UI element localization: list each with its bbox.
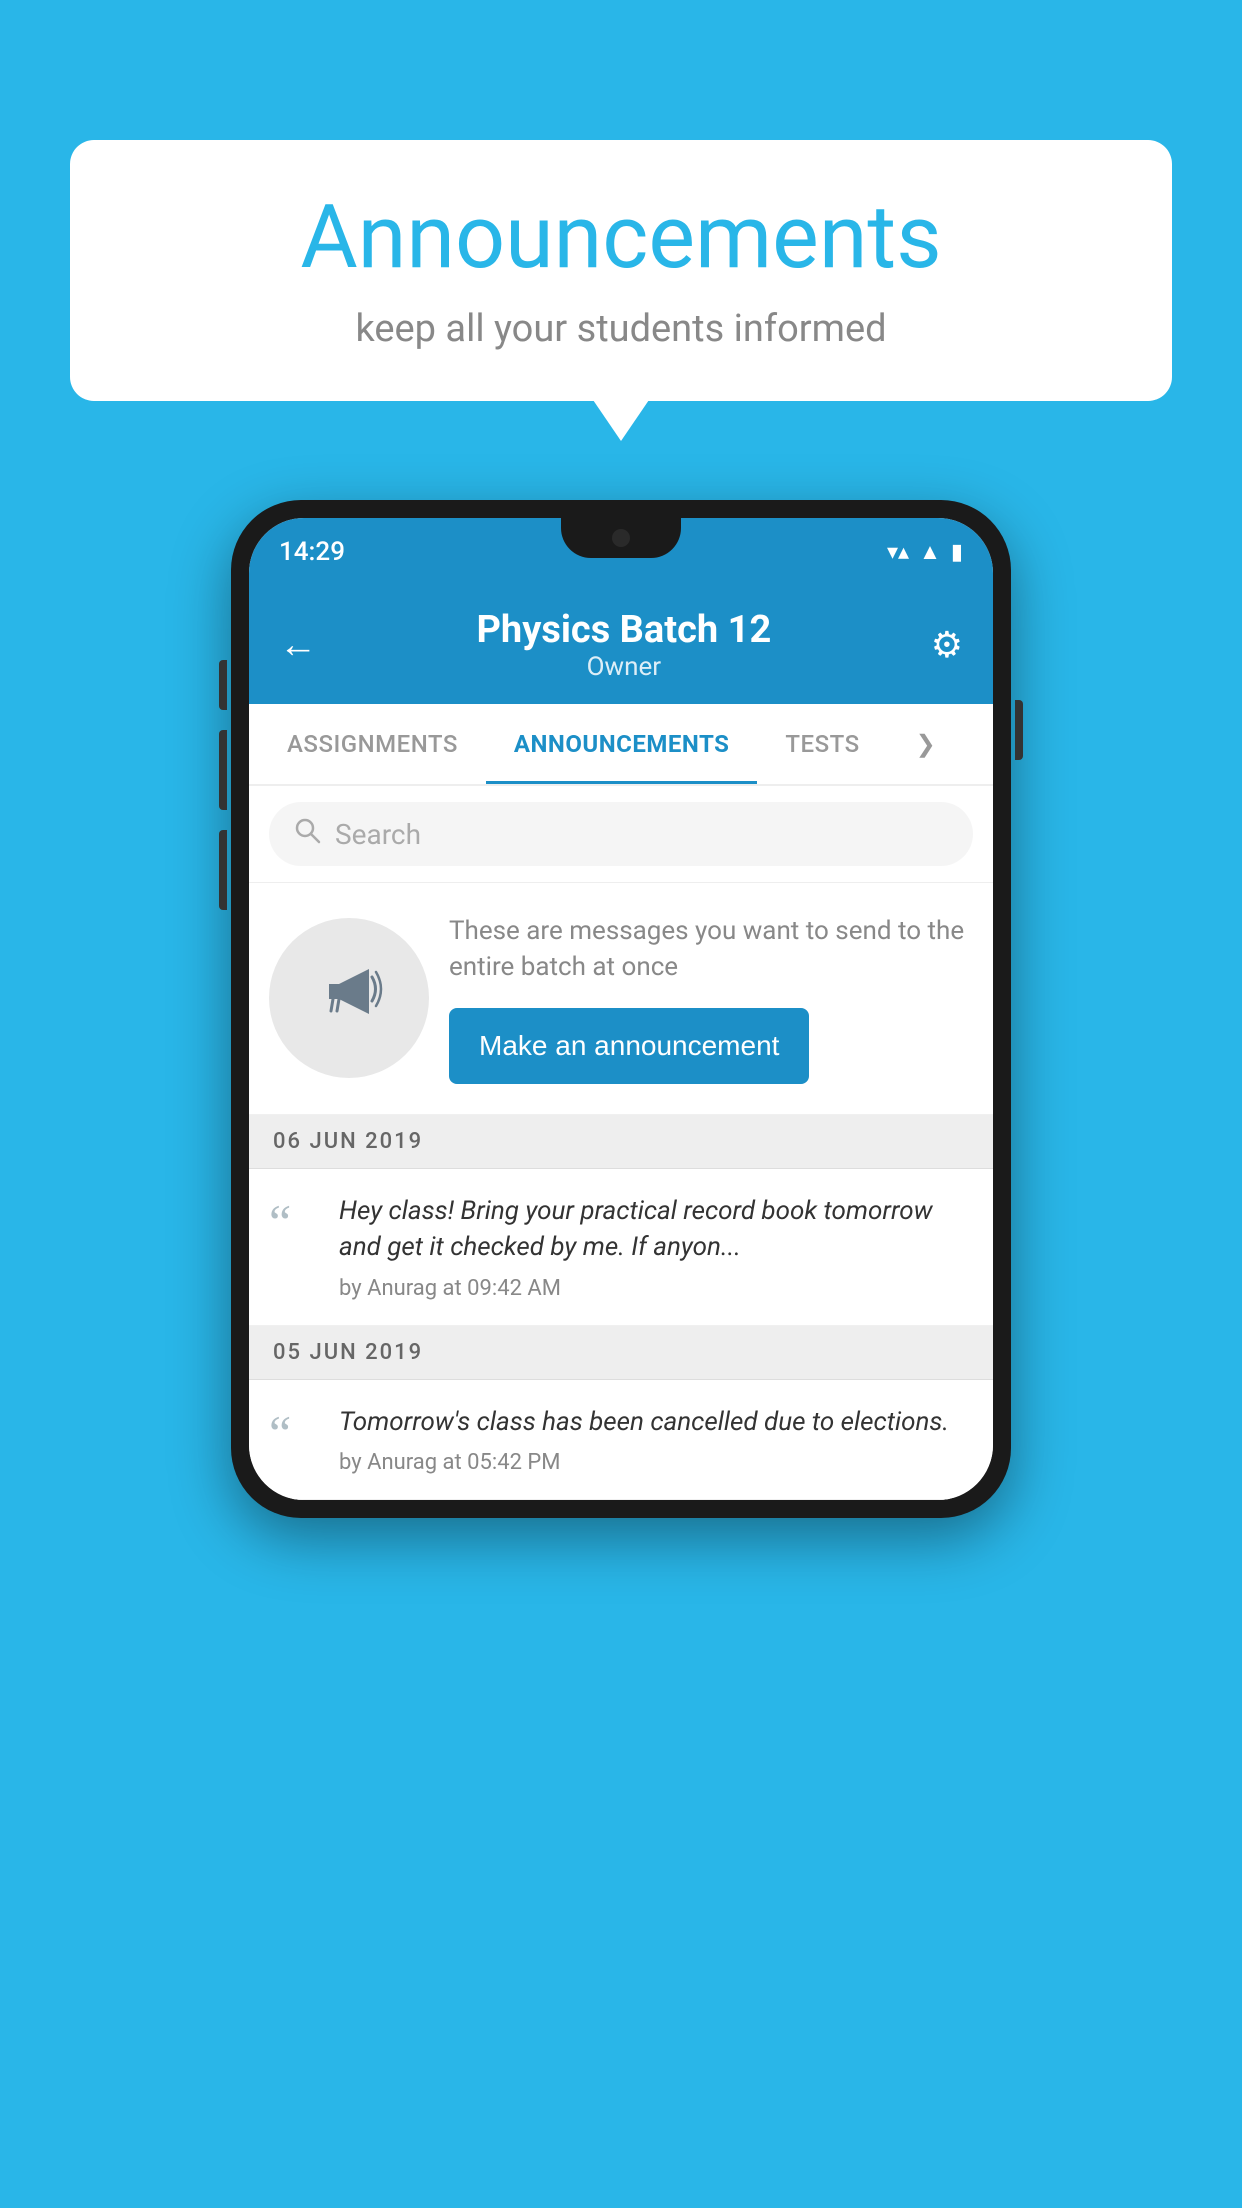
search-placeholder-text: Search — [335, 818, 421, 851]
bubble-subtitle: keep all your students informed — [130, 307, 1112, 351]
date-separator-2: 05 JUN 2019 — [249, 1326, 993, 1380]
status-icons: ▾▴ ▲ ▮ — [887, 539, 963, 565]
announcement-item-2[interactable]: “ Tomorrow's class has been cancelled du… — [249, 1380, 993, 1500]
phone-mockup: 14:29 ▾▴ ▲ ▮ ← Physics Batch 12 Owner ⚙ — [231, 500, 1011, 1518]
status-time: 14:29 — [279, 537, 345, 567]
announcement-text-2: Tomorrow's class has been cancelled due … — [339, 1404, 973, 1440]
camera-dot — [612, 529, 630, 547]
announcement-item-1[interactable]: “ Hey class! Bring your practical record… — [249, 1169, 993, 1326]
power-button — [1015, 700, 1023, 760]
quote-icon-1: “ — [269, 1197, 319, 1247]
back-button[interactable]: ← — [279, 623, 317, 667]
bubble-title: Announcements — [130, 190, 1112, 287]
volume-down-button — [219, 830, 227, 910]
quote-icon-2: “ — [269, 1408, 319, 1458]
signal-icon: ▲ — [919, 539, 941, 565]
speech-bubble-section: Announcements keep all your students inf… — [70, 140, 1172, 401]
tab-more[interactable]: ❯ — [888, 704, 965, 784]
search-bar[interactable]: Search — [269, 802, 973, 866]
speech-bubble-card: Announcements keep all your students inf… — [70, 140, 1172, 401]
settings-icon[interactable]: ⚙ — [931, 624, 963, 666]
megaphone-icon — [309, 949, 389, 1047]
volume-up-button — [219, 730, 227, 810]
batch-title: Physics Batch 12 — [317, 608, 931, 652]
promo-description: These are messages you want to send to t… — [449, 913, 973, 986]
phone-screen: 14:29 ▾▴ ▲ ▮ ← Physics Batch 12 Owner ⚙ — [249, 518, 993, 1500]
announcement-meta-1: by Anurag at 09:42 AM — [339, 1276, 973, 1301]
notch-cutout — [561, 518, 681, 558]
search-icon — [293, 816, 321, 852]
phone-outer-frame: 14:29 ▾▴ ▲ ▮ ← Physics Batch 12 Owner ⚙ — [231, 500, 1011, 1518]
announcement-content-1: Hey class! Bring your practical record b… — [339, 1193, 973, 1301]
make-announcement-button[interactable]: Make an announcement — [449, 1008, 809, 1084]
tab-assignments[interactable]: ASSIGNMENTS — [259, 704, 486, 784]
tab-tests[interactable]: TESTS — [757, 704, 887, 784]
megaphone-circle — [269, 918, 429, 1078]
user-role: Owner — [317, 652, 931, 682]
header-center: Physics Batch 12 Owner — [317, 608, 931, 682]
wifi-icon: ▾▴ — [887, 540, 909, 565]
announcement-content-2: Tomorrow's class has been cancelled due … — [339, 1404, 973, 1475]
date-separator-1: 06 JUN 2019 — [249, 1115, 993, 1169]
promo-section: These are messages you want to send to t… — [249, 883, 993, 1115]
promo-right-content: These are messages you want to send to t… — [449, 913, 973, 1084]
tab-announcements[interactable]: ANNOUNCEMENTS — [486, 704, 758, 784]
battery-icon: ▮ — [951, 540, 963, 565]
app-header: ← Physics Batch 12 Owner ⚙ — [249, 586, 993, 704]
status-bar: 14:29 ▾▴ ▲ ▮ — [249, 518, 993, 586]
announcement-meta-2: by Anurag at 05:42 PM — [339, 1450, 973, 1475]
search-container: Search — [249, 786, 993, 883]
volume-silent-button — [219, 660, 227, 710]
announcement-text-1: Hey class! Bring your practical record b… — [339, 1193, 973, 1266]
tabs-bar: ASSIGNMENTS ANNOUNCEMENTS TESTS ❯ — [249, 704, 993, 786]
